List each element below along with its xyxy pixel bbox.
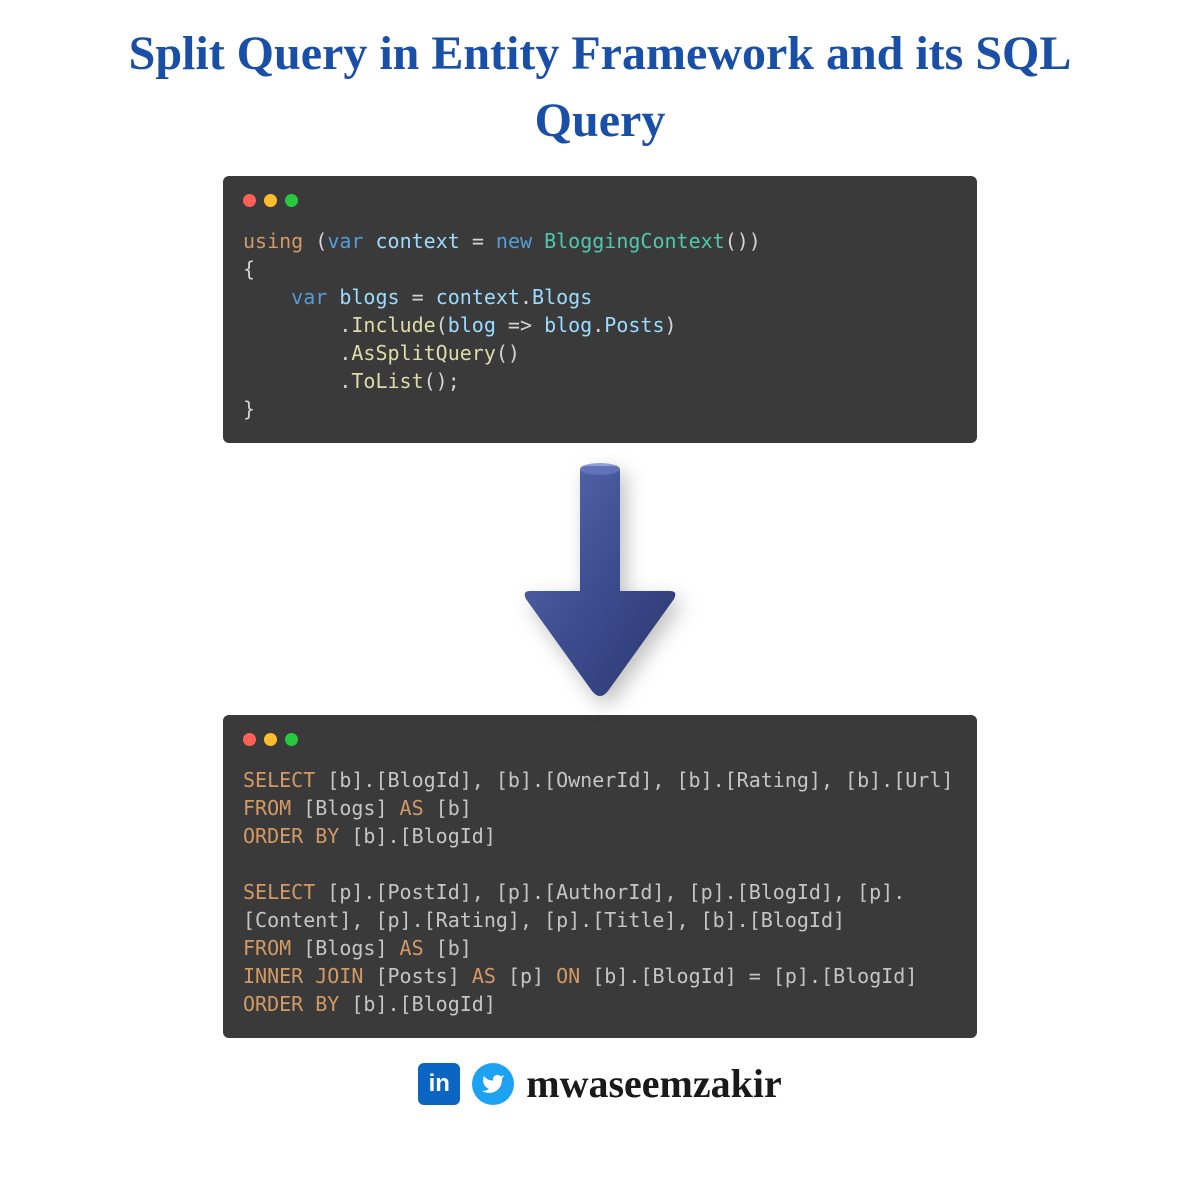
csharp-code-content: using (var context = new BloggingContext… bbox=[243, 227, 957, 423]
window-controls bbox=[243, 733, 957, 746]
page-title: Split Query in Entity Framework and its … bbox=[0, 20, 1200, 154]
page-container: Split Query in Entity Framework and its … bbox=[0, 0, 1200, 1200]
minimize-icon bbox=[264, 194, 277, 207]
close-icon bbox=[243, 194, 256, 207]
csharp-code-window: using (var context = new BloggingContext… bbox=[223, 176, 977, 443]
sql-code-content: SELECT [b].[BlogId], [b].[OwnerId], [b].… bbox=[243, 766, 957, 1018]
footer: in mwaseemzakir bbox=[418, 1060, 781, 1107]
social-handle: mwaseemzakir bbox=[526, 1060, 781, 1107]
maximize-icon bbox=[285, 194, 298, 207]
minimize-icon bbox=[264, 733, 277, 746]
window-controls bbox=[243, 194, 957, 207]
arrow-container bbox=[0, 461, 1200, 701]
linkedin-label: in bbox=[429, 1070, 450, 1098]
linkedin-icon: in bbox=[418, 1063, 460, 1105]
down-arrow-icon bbox=[510, 461, 690, 701]
sql-code-window: SELECT [b].[BlogId], [b].[OwnerId], [b].… bbox=[223, 715, 977, 1038]
maximize-icon bbox=[285, 733, 298, 746]
close-icon bbox=[243, 733, 256, 746]
twitter-icon bbox=[472, 1063, 514, 1105]
